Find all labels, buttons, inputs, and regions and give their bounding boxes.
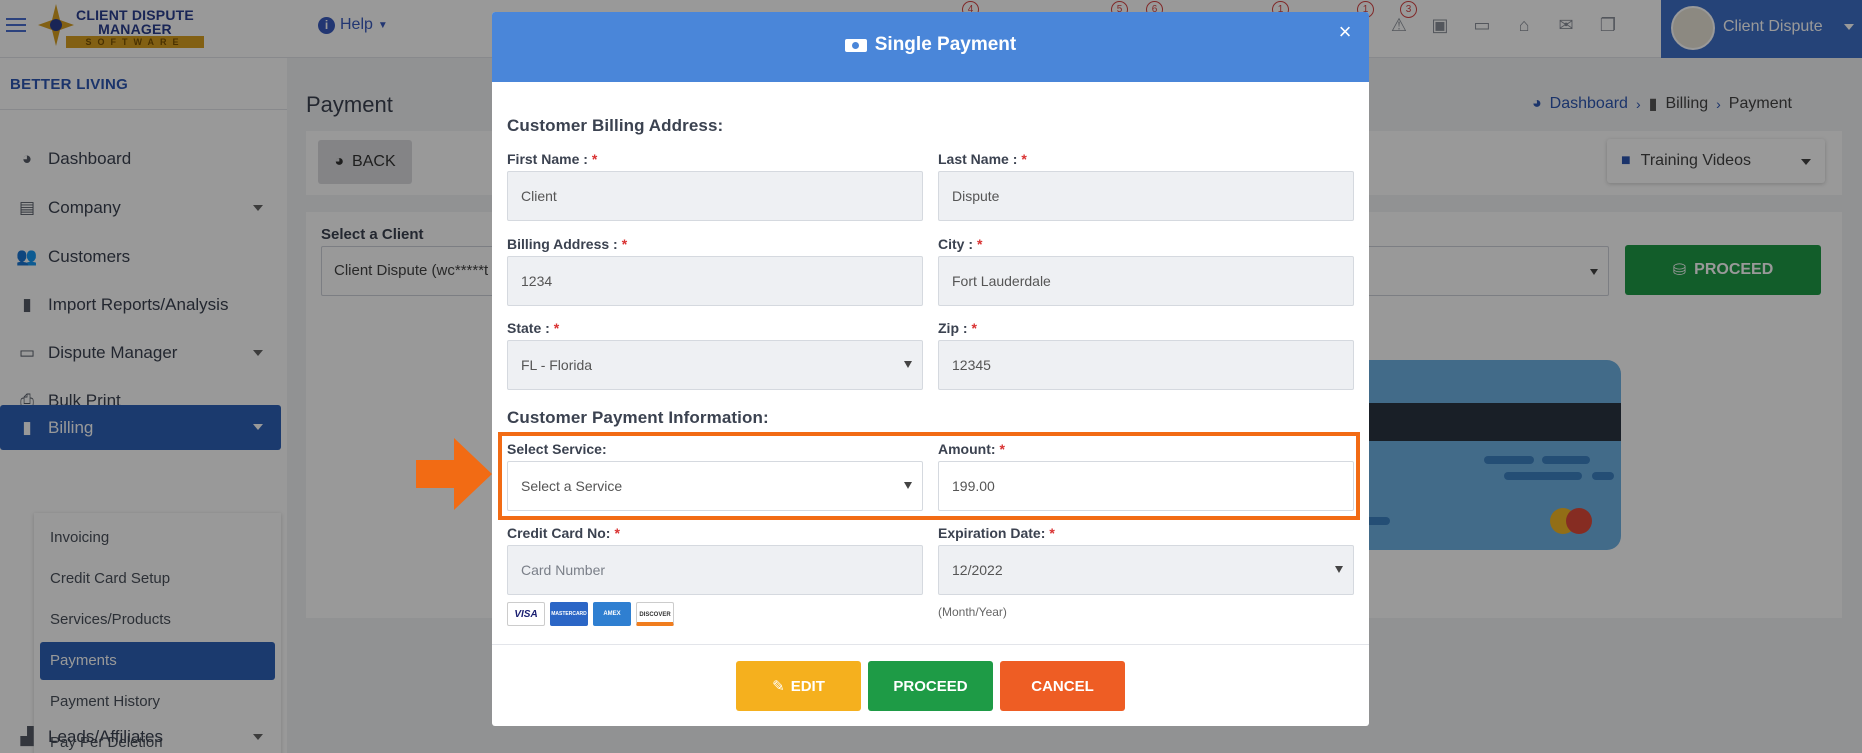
zip-field[interactable]: 12345 — [938, 340, 1354, 390]
discover-logo-icon: DISCOVER — [636, 602, 674, 626]
state-select-value: FL - Florida — [521, 357, 593, 373]
first-name-label: First Name : * — [507, 151, 597, 167]
select-service-label: Select Service: — [507, 441, 607, 457]
divider — [492, 644, 1369, 645]
single-payment-modal: Single Payment × Customer Billing Addres… — [492, 12, 1369, 726]
card-brand-logos: VISA MASTERCARD AMEX DISCOVER — [507, 602, 674, 626]
modal-header: Single Payment × — [492, 12, 1369, 82]
zip-label: Zip : * — [938, 320, 977, 336]
expiration-select-value: 12/2022 — [952, 562, 1003, 578]
modal-title-text: Single Payment — [874, 34, 1017, 55]
required-mark: * — [1021, 151, 1027, 167]
expiration-select[interactable]: 12/2022 — [938, 545, 1354, 595]
billing-address-label: Billing Address : * — [507, 236, 627, 252]
amount-field[interactable]: 199.00 — [938, 461, 1354, 511]
label-text: Billing Address : — [507, 236, 618, 252]
expiration-hint: (Month/Year) — [938, 605, 1007, 619]
required-mark: * — [977, 236, 983, 252]
label-text: Credit Card No: — [507, 525, 611, 541]
required-mark: * — [621, 236, 628, 252]
required-mark: * — [591, 151, 598, 167]
expiration-label: Expiration Date: * — [938, 525, 1055, 541]
label-text: Last Name : — [938, 151, 1018, 167]
label-text: First Name : — [507, 151, 588, 167]
billing-section-title: Customer Billing Address: — [507, 116, 724, 135]
service-select-value: Select a Service — [521, 478, 623, 494]
city-label: City : * — [938, 236, 982, 252]
required-mark: * — [1049, 525, 1055, 541]
proceed-label: PROCEED — [893, 677, 968, 695]
state-label: State : * — [507, 320, 559, 336]
payment-section-title: Customer Payment Information: — [507, 408, 769, 427]
cancel-label: CANCEL — [1031, 677, 1094, 695]
modal-proceed-button[interactable]: PROCEED — [868, 661, 993, 711]
first-name-field[interactable]: Client — [507, 171, 923, 221]
label-text: City : — [938, 236, 973, 252]
cancel-button[interactable]: CANCEL — [1000, 661, 1125, 711]
required-mark: * — [971, 320, 977, 336]
chevron-down-icon — [904, 482, 912, 489]
edit-button[interactable]: ✎ EDIT — [736, 661, 861, 711]
card-number-label: Credit Card No: * — [507, 525, 620, 541]
required-mark: * — [553, 320, 560, 336]
required-mark: * — [614, 525, 620, 541]
mastercard-logo-icon: MASTERCARD — [550, 602, 588, 626]
required-mark: * — [999, 441, 1005, 457]
amex-logo-icon: AMEX — [593, 602, 631, 626]
city-field[interactable]: Fort Lauderdale — [938, 256, 1354, 306]
last-name-label: Last Name : * — [938, 151, 1027, 167]
label-text: State : — [507, 320, 550, 336]
chevron-down-icon — [904, 361, 912, 368]
card-number-field[interactable]: Card Number — [507, 545, 923, 595]
amount-label: Amount: * — [938, 441, 1005, 457]
close-icon[interactable]: × — [1335, 21, 1355, 43]
modal-title: Single Payment — [492, 34, 1369, 56]
last-name-field[interactable]: Dispute — [938, 171, 1354, 221]
label-text: Zip : — [938, 320, 968, 336]
label-text: Expiration Date: — [938, 525, 1046, 541]
chevron-down-icon — [1335, 566, 1343, 573]
service-select[interactable]: Select a Service — [507, 461, 923, 511]
state-select[interactable]: FL - Florida — [507, 340, 923, 390]
label-text: Amount: — [938, 441, 996, 457]
pencil-icon: ✎ — [772, 678, 785, 695]
edit-label: EDIT — [790, 677, 825, 695]
billing-address-field[interactable]: 1234 — [507, 256, 923, 306]
visa-logo-icon: VISA — [507, 602, 545, 626]
annotation-arrow-icon — [416, 438, 492, 510]
money-bill-icon — [844, 38, 867, 52]
